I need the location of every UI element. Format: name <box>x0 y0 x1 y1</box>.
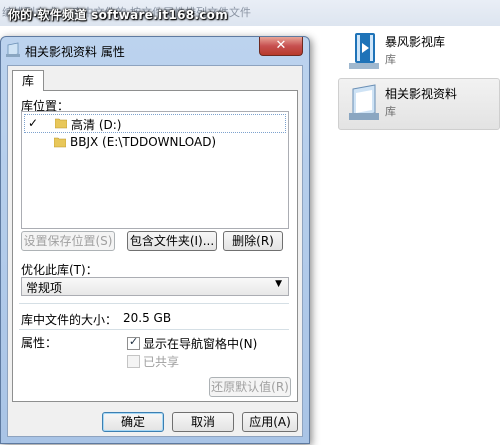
size-label: 库中文件的大小： <box>21 313 118 327</box>
optimize-label: 优化此库(T)： <box>21 263 98 277</box>
location-text: 高清 (D:) <box>71 118 122 132</box>
default-save-check-icon: ✓ <box>28 116 39 130</box>
library-locations-list[interactable]: ✓ 高清 (D:) BBJX (E:\TDDOWNLOAD) <box>21 111 289 229</box>
close-icon: ✕ <box>275 38 287 53</box>
divider <box>19 329 289 330</box>
apply-button[interactable]: 应用(A) <box>242 412 298 432</box>
library-item-name: 相关影视资料 <box>385 87 458 101</box>
library-icon <box>349 84 379 120</box>
dialog-client-area: 库 库位置： ✓ 高清 (D:) BBJX (E:\TDDOWNLOAD) 设置… <box>7 65 303 437</box>
tab-panel-library: 库位置： ✓ 高清 (D:) BBJX (E:\TDDOWNLOAD) 设置保存… <box>12 90 298 402</box>
dialog-title: 相关影视资料 属性 <box>25 45 125 59</box>
shared-label: 已共享 <box>143 355 180 369</box>
folder-icon <box>55 118 67 129</box>
cancel-button[interactable]: 取消 <box>172 412 234 432</box>
shared-checkbox[interactable] <box>127 355 140 368</box>
video-library-icon <box>349 33 379 69</box>
watermark: 你的·软件频道 software.it168.com <box>8 8 228 22</box>
optimize-value: 常规项 <box>26 281 63 295</box>
show-in-nav-checkbox[interactable] <box>127 335 140 350</box>
include-folder-button[interactable]: 包含文件夹(I)... <box>127 231 217 251</box>
library-item-type: 库 <box>385 105 396 118</box>
library-item-related[interactable]: 相关影视资料 库 <box>338 78 500 130</box>
divider <box>19 303 289 304</box>
show-in-nav-label: 显示在导航窗格中(N) <box>143 337 258 351</box>
location-text: BBJX (E:\TDDOWNLOAD) <box>70 135 217 149</box>
list-item[interactable]: ✓ 高清 (D:) <box>24 114 286 133</box>
library-item-name: 暴风影视库 <box>385 35 446 49</box>
tab-library[interactable]: 库 <box>12 70 44 91</box>
size-value: 20.5 GB <box>123 311 172 325</box>
remove-button[interactable]: 删除(R) <box>223 231 283 251</box>
list-item[interactable]: BBJX (E:\TDDOWNLOAD) <box>24 134 284 151</box>
restore-defaults-button[interactable]: 还原默认值(R) <box>209 377 291 397</box>
ok-button[interactable]: 确定 <box>102 412 164 432</box>
folder-icon <box>54 137 66 148</box>
library-icon <box>6 42 20 57</box>
set-save-location-button[interactable]: 设置保存位置(S) <box>21 231 115 251</box>
optimize-select[interactable]: 常规项 ▼ <box>21 277 289 296</box>
library-item-baofeng[interactable]: 暴风影视库 库 <box>338 26 500 78</box>
close-button[interactable]: ✕ <box>259 37 303 56</box>
chevron-down-icon: ▼ <box>275 279 282 289</box>
dialog-titlebar[interactable]: 相关影视资料 属性 ✕ <box>1 37 309 63</box>
library-item-type: 库 <box>385 53 396 66</box>
attributes-label: 属性： <box>21 336 58 350</box>
properties-dialog: 相关影视资料 属性 ✕ 库 库位置： ✓ 高清 (D:) BBJX (E:\TD… <box>0 36 310 444</box>
